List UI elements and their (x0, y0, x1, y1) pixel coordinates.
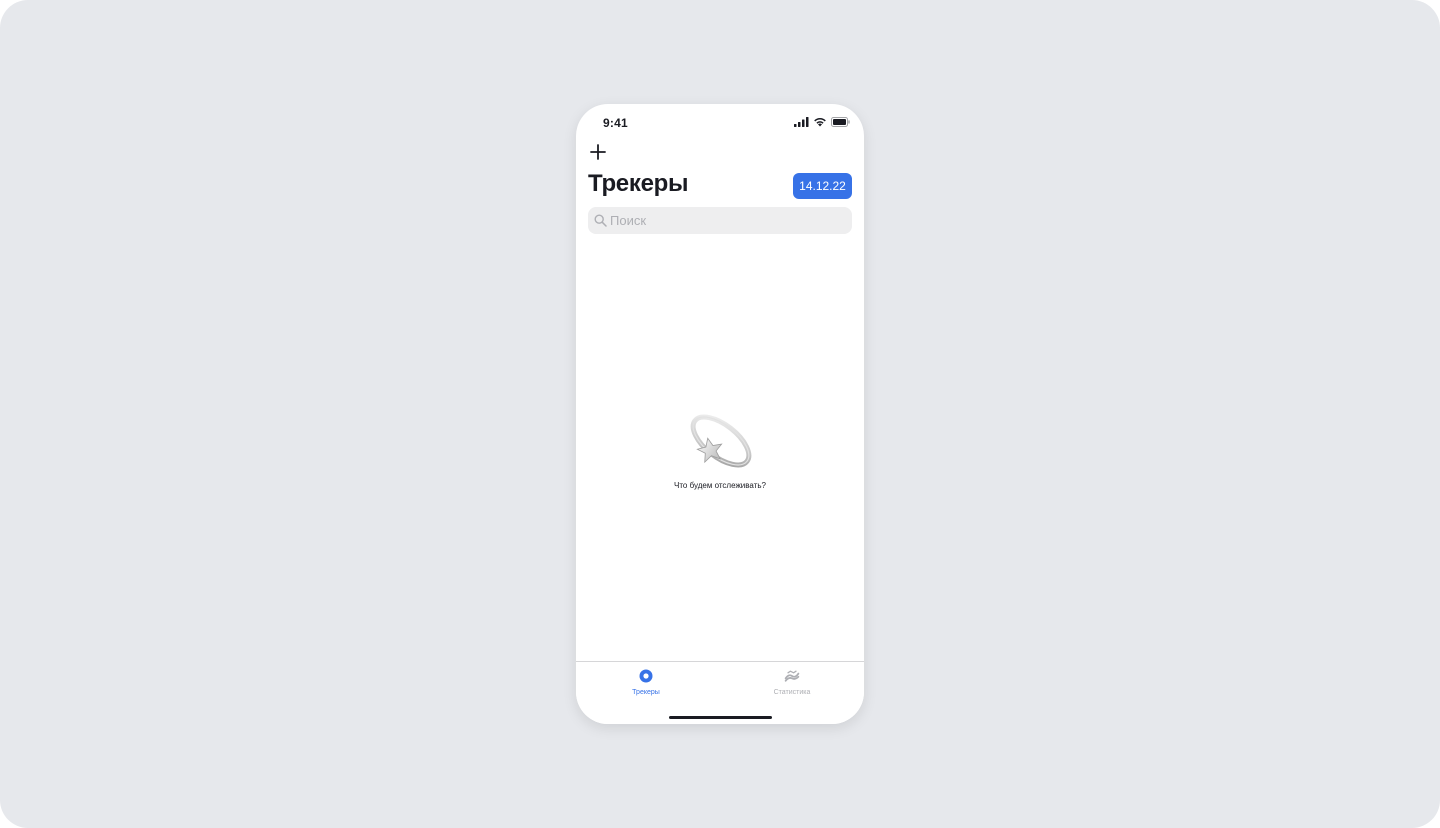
date-picker-button[interactable]: 14.12.22 (793, 173, 852, 199)
cellular-signal-icon (794, 117, 809, 127)
add-tracker-button[interactable] (586, 140, 610, 164)
wifi-icon (813, 117, 827, 127)
page-background: 9:41 Трекеры 14.12.22 Поиск Что будем от… (0, 0, 1440, 828)
phone-screen: 9:41 Трекеры 14.12.22 Поиск Что будем от… (576, 104, 864, 724)
status-time: 9:41 (603, 116, 628, 130)
page-title: Трекеры (588, 170, 689, 197)
trackers-tab-icon (638, 668, 654, 684)
tab-label: Статистика (773, 689, 811, 696)
star-orbit-icon (685, 408, 755, 474)
status-icons (794, 116, 850, 128)
magnifier-icon (594, 214, 607, 227)
home-indicator (669, 716, 772, 719)
statistics-tab-icon (784, 668, 800, 684)
tab-label: Трекеры (632, 689, 660, 696)
search-bar[interactable] (588, 207, 852, 234)
plus-icon (590, 144, 606, 160)
search-input[interactable] (610, 213, 840, 228)
tab-trackers[interactable]: Трекеры (606, 668, 686, 696)
battery-icon (831, 117, 850, 127)
empty-state-text: Что будем отслеживать? (674, 481, 766, 490)
tab-statistics[interactable]: Статистика (752, 668, 832, 696)
tab-bar: Трекеры Статистика (576, 661, 864, 724)
